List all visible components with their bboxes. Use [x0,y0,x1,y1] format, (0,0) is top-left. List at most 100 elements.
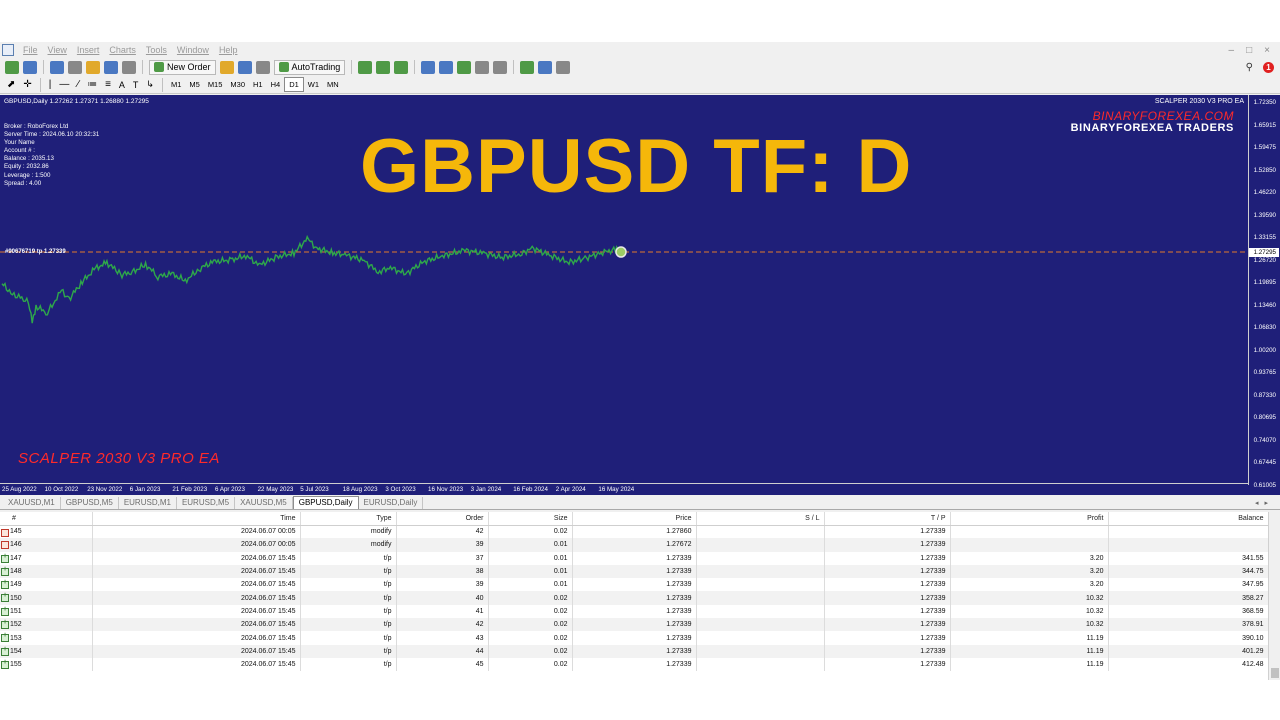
tf-w1[interactable]: W1 [304,78,323,91]
tab-scroll-arrows-icon[interactable]: ◂▸ [1249,499,1280,509]
table-row[interactable]: 1522024.06.07 15:45t/p420.021.273391.273… [0,618,1269,632]
tab-xauusd-m1[interactable]: XAUUSD,M1 [3,497,61,509]
metaeditor-icon[interactable] [219,60,234,74]
table-row[interactable]: 1472024.06.07 15:45t/p370.011.273391.273… [0,551,1269,565]
restore-icon[interactable]: □ [1246,45,1252,56]
time-axis[interactable]: 25 Aug 2022 10 Oct 2022 23 Nov 2022 6 Jan 2… [0,483,1248,495]
table-row[interactable]: 1492024.06.07 15:45t/p390.011.273391.273… [0,578,1269,592]
strategy-tester-icon[interactable] [122,60,136,74]
last-price-marker[interactable] [615,246,627,258]
table-cell: 11.19 [950,631,1109,645]
table-row[interactable]: 1512024.06.07 15:45t/p410.021.273391.273… [0,604,1269,619]
tab-eurusd-m1[interactable]: EURUSD,M1 [119,497,177,509]
periods-icon[interactable] [538,60,553,74]
navigator-icon[interactable] [86,60,100,74]
table-row[interactable]: 1552024.06.07 15:45t/p450.021.273391.273… [0,657,1269,672]
tf-mn[interactable]: MN [323,78,343,91]
menu-insert[interactable]: Insert [72,45,105,55]
col-price[interactable]: Price [572,512,697,526]
alert-badge[interactable]: 1 [1263,61,1274,73]
minimize-icon[interactable]: – [1229,45,1235,56]
text-icon[interactable]: A [119,80,125,90]
time-tick-label: 25 Aug 2022 [2,486,37,493]
col-order[interactable]: Order [396,512,489,526]
tf-h1[interactable]: H1 [249,78,267,91]
col-balance[interactable]: Balance [1108,512,1269,526]
arrows-icon[interactable]: ↳ [146,79,154,90]
table-row[interactable]: 146 2024.06.07 00:05 modify 39 0.01 1.27672 1.… [0,538,1269,552]
table-cell: 1.27339 [824,657,951,672]
horizontal-line-icon[interactable]: — [59,79,69,90]
zoom-out-icon[interactable] [439,60,454,74]
closed-order-icon [1,619,9,630]
scrollbar-thumb[interactable] [1271,668,1279,678]
col-size[interactable]: Size [488,512,573,526]
terminal-icon[interactable] [104,60,118,74]
closed-order-icon [1,592,9,603]
col-sl[interactable]: S / L [696,512,825,526]
table-row[interactable]: 1532024.06.07 15:45t/p430.021.273391.273… [0,631,1269,645]
ticket-number: 146 [10,541,22,549]
price-chart[interactable]: GBPUSD,Daily 1.27262 1.27371 1.26880 1.2… [0,95,1280,495]
col-ticket[interactable]: # [0,512,93,526]
tf-m30[interactable]: M30 [226,78,249,91]
tab-eurusd-daily[interactable]: EURUSD,Daily [359,497,424,509]
market-watch-icon[interactable] [50,60,64,74]
menu-window[interactable]: Window [172,45,214,55]
line-chart-icon[interactable] [394,60,409,74]
tile-windows-icon[interactable] [457,60,472,74]
col-type[interactable]: Type [300,512,397,526]
new-chart-icon[interactable] [5,60,19,74]
crosshair-icon[interactable]: ✛ [23,79,31,90]
vertical-line-icon[interactable]: | [49,79,52,90]
table-row[interactable]: 1502024.06.07 15:45t/p400.021.273391.273… [0,591,1269,605]
menu-file[interactable]: File [18,45,43,55]
signals-icon[interactable] [237,60,252,74]
data-window-icon[interactable] [68,60,82,74]
tf-d1[interactable]: D1 [284,77,304,92]
tf-m15[interactable]: M15 [204,78,227,91]
table-cell: t/p [300,551,397,565]
chart-shift-icon[interactable] [493,60,508,74]
label-icon[interactable]: T [133,80,139,90]
price-axis[interactable]: 1.27295 1.72350 1.65915 1.59475 1.52850 1.46… [1248,95,1280,489]
table-row[interactable]: 1482024.06.07 15:45t/p380.011.273391.273… [0,564,1269,579]
menu-help[interactable]: Help [214,45,243,55]
bar-chart-icon[interactable] [358,60,373,74]
col-profit[interactable]: Profit [950,512,1109,526]
tf-m5[interactable]: M5 [185,78,203,91]
tab-eurusd-m5[interactable]: EURUSD,M5 [177,497,236,509]
menu-tools[interactable]: Tools [141,45,172,55]
tab-gbpusd-daily[interactable]: GBPUSD,Daily [292,496,359,509]
new-order-button[interactable]: New Order [149,59,216,75]
profiles-icon[interactable] [23,60,37,74]
col-tp[interactable]: T / P [824,512,951,526]
menu-charts[interactable]: Charts [104,45,141,55]
templates-icon[interactable] [556,60,571,74]
tab-gbpusd-m5[interactable]: GBPUSD,M5 [61,497,119,509]
autotrading-button[interactable]: AutoTrading [273,59,346,75]
search-icon[interactable]: ⚲ [1246,62,1253,73]
table-cell: 45 [396,657,489,672]
zoom-in-icon[interactable] [421,60,436,74]
table-row[interactable]: 1542024.06.07 15:45t/p440.021.273391.273… [0,644,1269,658]
cursor-icon[interactable]: ⬈ [7,79,15,90]
channel-icon[interactable]: ≔ [87,79,97,90]
trendline-icon[interactable]: ∕ [77,79,79,90]
auto-scroll-icon[interactable] [475,60,490,74]
indicators-icon[interactable] [520,60,535,74]
menu-view[interactable]: View [43,45,72,55]
market-icon[interactable] [255,60,270,74]
table-cell: 0.02 [488,604,573,619]
ticket-number: 152 [10,621,22,629]
fibo-icon[interactable]: ≡ [105,79,111,90]
col-time[interactable]: Time [92,512,301,526]
history-scrollbar[interactable] [1268,512,1280,680]
table-row[interactable]: 145 2024.06.07 00:05 modify 42 0.02 1.27860 1.… [0,525,1269,539]
tab-xauusd-m5[interactable]: XAUUSD,M5 [235,497,293,509]
tf-m1[interactable]: M1 [167,78,185,91]
close-icon[interactable]: × [1264,45,1270,56]
table-cell [696,657,825,672]
candlestick-icon[interactable] [376,60,391,74]
tf-h4[interactable]: H4 [267,78,285,91]
